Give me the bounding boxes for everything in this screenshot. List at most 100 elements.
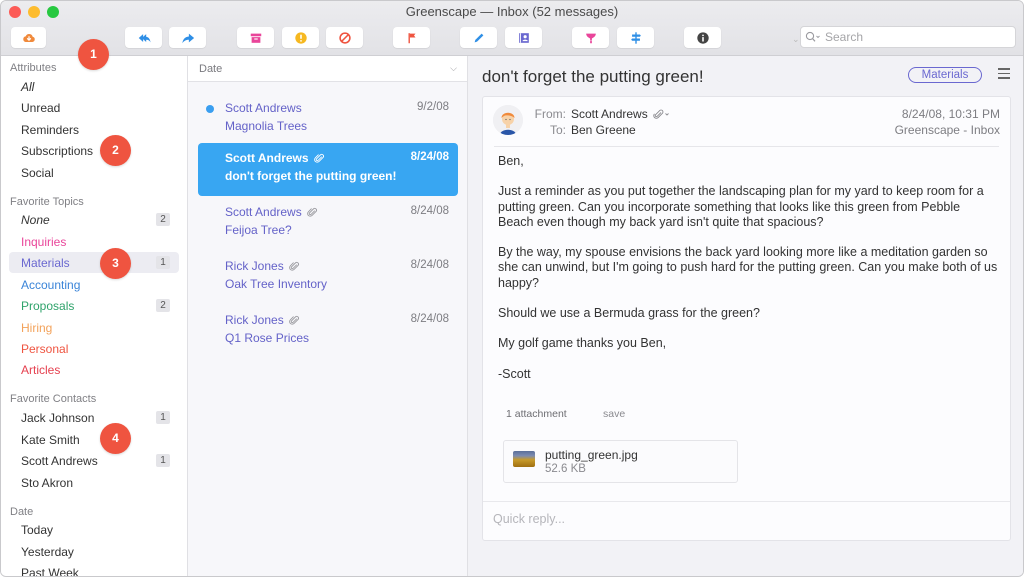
sidebar-item-label: All — [21, 79, 35, 94]
sidebar-item-jack-johnson[interactable]: Jack Johnson 1 — [9, 407, 179, 428]
message-date: 8/24/08 — [410, 259, 449, 271]
message-sender: Scott Andrews — [225, 205, 318, 219]
mark-important-button[interactable] — [282, 27, 319, 48]
sidebar-item-hiring[interactable]: Hiring — [9, 317, 179, 338]
section-heading-attributes: Attributes — [10, 62, 57, 74]
message-card: From: Scott Andrews To: Ben Greene 8/24/… — [482, 96, 1011, 541]
search-input[interactable] — [825, 30, 995, 44]
sidebar-item-social[interactable]: Social — [9, 162, 179, 183]
count-badge: 2 — [156, 299, 170, 312]
callout-badge: 1 — [78, 39, 109, 70]
window-title: Greenscape — Inbox (52 messages) — [405, 4, 619, 19]
message-subject: Feijoa Tree? — [225, 223, 292, 237]
info-button[interactable] — [684, 27, 721, 48]
filter-button[interactable] — [572, 27, 609, 48]
sidebar-item-materials[interactable]: Materials 1 — [9, 252, 179, 273]
compose-button[interactable] — [460, 27, 497, 48]
hamburger-menu-icon[interactable] — [998, 68, 1010, 80]
reply-all-button[interactable] — [125, 27, 162, 48]
section-heading-contacts: Favorite Contacts — [10, 393, 97, 405]
paperclip-icon — [306, 207, 317, 217]
sidebar-item-label: Accounting — [21, 277, 81, 292]
callout-badge: 2 — [100, 135, 131, 166]
attachment-item[interactable]: putting_green.jpg 52.6 KB — [503, 440, 738, 483]
toolbar: Greenscape — Inbox (52 messages) ⌄ Searc… — [1, 1, 1023, 56]
topic-tag[interactable]: Materials — [908, 67, 982, 83]
sender-name[interactable]: Scott Andrews — [571, 107, 648, 121]
body-paragraph: My golf game thanks you Ben, — [498, 336, 667, 351]
unread-dot-icon — [206, 105, 214, 113]
forward-button[interactable] — [169, 27, 206, 48]
sidebar-item-label: Personal — [21, 341, 69, 356]
address-book-icon — [518, 32, 529, 43]
chevron-down-icon[interactable]: ⌵ — [450, 63, 457, 74]
attachment-name: putting_green.jpg — [545, 448, 638, 462]
message-body: Ben, Just a reminder as you put together… — [498, 154, 998, 397]
sidebar-item-personal[interactable]: Personal — [9, 338, 179, 359]
message-row[interactable]: Rick Jones 8/24/08 Q1 Rose Prices — [198, 305, 458, 358]
message-sender: Scott Andrews — [225, 151, 325, 165]
flag-icon — [408, 32, 415, 43]
image-thumbnail-icon — [513, 451, 535, 467]
sidebar-item-kate-smith[interactable]: Kate Smith — [9, 429, 179, 450]
search-field[interactable] — [800, 26, 1016, 48]
sidebar-item-unread[interactable]: Unread — [9, 97, 179, 118]
sender-name: Rick Jones — [225, 313, 284, 327]
sidebar-item-label: Reminders — [21, 122, 80, 137]
message-subject: Q1 Rose Prices — [225, 331, 310, 345]
sidebar-item-today[interactable]: Today — [9, 519, 179, 540]
sidebar-item-label: Social — [21, 165, 54, 180]
message-subject: Oak Tree Inventory — [225, 277, 328, 291]
body-paragraph: Ben, — [498, 154, 524, 168]
rules-button[interactable] — [617, 27, 654, 48]
message-row[interactable]: Scott Andrews 8/24/08 Feijoa Tree? — [198, 197, 458, 250]
sidebar-item-yesterday[interactable]: Yesterday — [9, 541, 179, 562]
sidebar-item-none[interactable]: None 2 — [9, 209, 179, 230]
sidebar-item-sto-akron[interactable]: Sto Akron — [9, 472, 179, 493]
message-row-selected[interactable]: Scott Andrews 8/24/08 don't forget the p… — [198, 143, 458, 196]
message-row[interactable]: Scott Andrews 9/2/08 Magnolia Trees — [198, 93, 458, 146]
sidebar-item-proposals[interactable]: Proposals 2 — [9, 295, 179, 316]
save-attachment-button[interactable]: save — [603, 408, 625, 420]
sidebar-item-accounting[interactable]: Accounting — [9, 274, 179, 295]
sidebar-item-label: Hiring — [21, 320, 53, 335]
mailbox-name: Greenscape - Inbox — [894, 123, 1000, 137]
attachment-size: 52.6 KB — [545, 463, 586, 475]
sidebar-item-inquiries[interactable]: Inquiries — [9, 231, 179, 252]
sidebar-item-past-week[interactable]: Past Week — [9, 562, 179, 577]
section-heading-date: Date — [10, 506, 34, 518]
to-label: To: — [549, 123, 566, 137]
message-date: 8/24/08 — [410, 151, 449, 163]
contacts-button[interactable] — [505, 27, 542, 48]
sidebar-item-reminders[interactable]: Reminders — [9, 119, 179, 140]
message-sender: Rick Jones — [225, 313, 300, 327]
archive-button[interactable] — [237, 27, 274, 48]
message-row[interactable]: Rick Jones 8/24/08 Oak Tree Inventory — [198, 251, 458, 304]
sidebar-item-label: Inquiries — [21, 234, 67, 249]
sidebar-item-subscriptions[interactable]: Subscriptions — [9, 140, 179, 161]
sidebar-item-scott-andrews[interactable]: Scott Andrews 1 — [9, 450, 179, 471]
forward-icon — [181, 33, 194, 43]
sender-name: Scott Andrews — [225, 151, 309, 165]
toolbar-overflow-chevron[interactable]: ⌄ — [792, 34, 800, 45]
message-list: Date ⌵ Scott Andrews 9/2/08 Magnolia Tre… — [188, 56, 468, 576]
body-paragraph: By the way, my spouse envisions the back… — [498, 245, 998, 290]
sidebar-item-all[interactable]: All — [9, 76, 179, 97]
pencil-icon — [474, 33, 483, 42]
header-divider — [494, 146, 999, 147]
archive-box-icon — [250, 33, 261, 43]
sidebar-item-articles[interactable]: Articles — [9, 359, 179, 380]
paperclip-icon — [288, 261, 299, 271]
count-badge: 2 — [156, 213, 170, 226]
flag-button[interactable] — [393, 27, 430, 48]
paperclip-chevron-icon[interactable] — [653, 109, 671, 120]
get-mail-button[interactable] — [11, 27, 46, 48]
sidebar-item-label: Today — [21, 522, 54, 537]
spam-button[interactable] — [326, 27, 363, 48]
sender-name: Scott Andrews — [225, 101, 302, 115]
quick-reply-input[interactable] — [493, 512, 993, 526]
message-sender: Rick Jones — [225, 259, 300, 273]
sort-header[interactable]: Date ⌵ — [188, 56, 467, 82]
recipient-name[interactable]: Ben Greene — [571, 123, 636, 137]
sidebar-item-label: Scott Andrews — [21, 453, 98, 468]
